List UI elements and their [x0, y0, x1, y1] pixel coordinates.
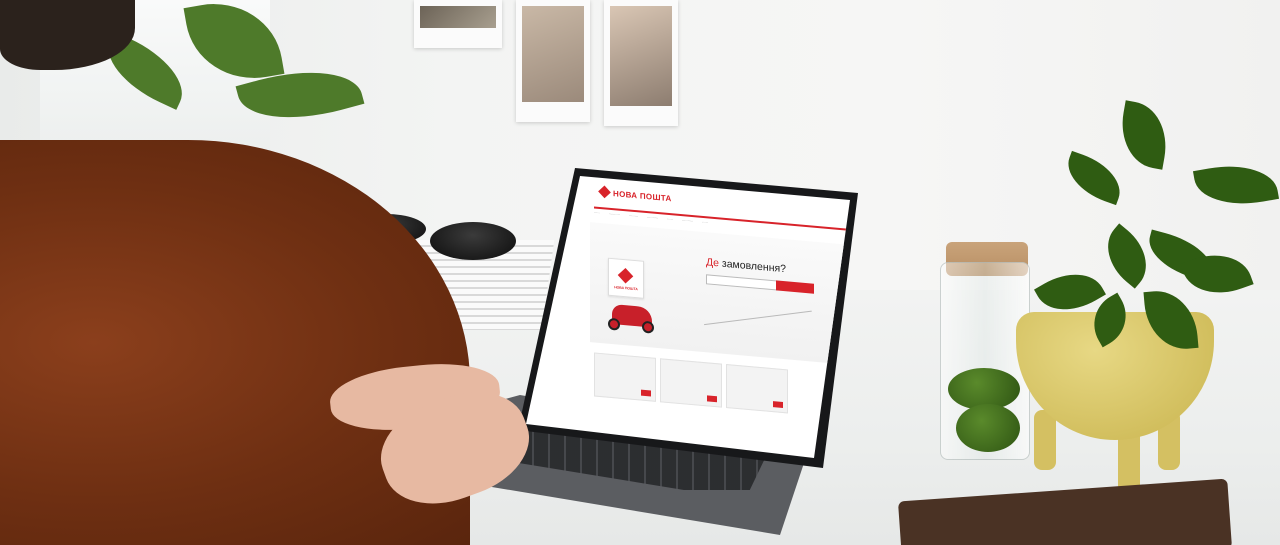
nav-item: ·········· [608, 211, 620, 217]
info-card[interactable] [726, 364, 788, 414]
leaf [1059, 150, 1129, 206]
leaf [1114, 100, 1174, 170]
leaf [1192, 157, 1280, 213]
nova-poshta-page: НОВА ПОШТА ····· ·········· ········ ···… [526, 176, 850, 458]
logo-icon [598, 185, 611, 199]
logo-icon [617, 267, 634, 284]
hero-title-prefix: Де [706, 256, 719, 270]
nav-item: ····· [667, 216, 673, 222]
scooter-wheel [608, 317, 620, 331]
scooter-wheel [642, 320, 654, 334]
nav-item: ····· [594, 210, 600, 215]
info-card[interactable] [594, 352, 656, 402]
info-card[interactable] [660, 358, 722, 408]
parcel-box: НОВА ПОШТА [608, 257, 644, 299]
wall-photo [604, 0, 678, 126]
box-label: НОВА ПОШТА [614, 285, 638, 292]
wall-photo [516, 0, 590, 122]
pot-leg [1034, 410, 1056, 470]
nav-item: ·········· [647, 215, 659, 221]
photo-scene: НОВА ПОШТА ····· ·········· ········ ···… [0, 0, 1280, 545]
card-icon [641, 389, 651, 397]
speaker [430, 222, 516, 260]
wall-photo [414, 0, 502, 48]
nav-item: ·········· [681, 218, 694, 224]
card-icon [707, 395, 717, 403]
moss-ball [956, 404, 1020, 452]
nav-item: ········ [628, 213, 638, 219]
nav-item: ····· [702, 219, 708, 225]
card-icon [773, 401, 783, 409]
